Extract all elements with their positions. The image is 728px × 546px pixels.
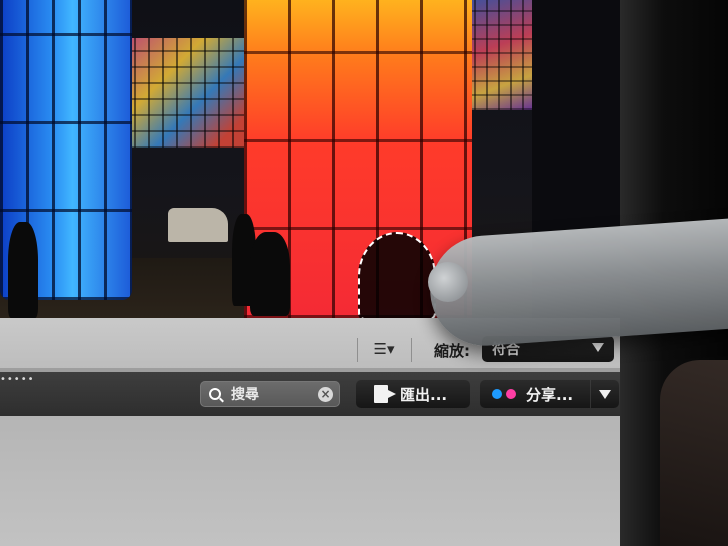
lasso-selection[interactable] (358, 232, 436, 318)
list-view-icon[interactable]: ☰▾ (366, 336, 402, 362)
export-button[interactable]: 匯出... (356, 380, 470, 408)
stained-glass-dome (120, 38, 250, 148)
chevron-down-icon (592, 343, 604, 352)
person-silhouette (250, 232, 290, 316)
stylus-tip (428, 262, 468, 302)
export-label: 匯出... (400, 385, 448, 404)
search-icon (209, 388, 221, 400)
chevron-down-icon (599, 390, 611, 399)
content-area (0, 416, 640, 546)
share-dot-blue (492, 389, 502, 399)
clear-search-icon[interactable]: × (318, 387, 333, 402)
search-input[interactable] (229, 384, 319, 406)
piano (168, 208, 228, 242)
toolbar-separator (357, 338, 358, 362)
person-silhouette (8, 222, 38, 318)
share-dropdown-button[interactable] (591, 380, 619, 408)
zoom-label: 縮放: (434, 342, 470, 360)
toolbar-separator (411, 338, 412, 362)
stylus-pen (426, 216, 728, 350)
export-icon (374, 385, 396, 403)
hand (660, 360, 728, 546)
search-field[interactable]: × (200, 381, 340, 407)
share-dot-pink (506, 389, 516, 399)
share-label: 分享... (526, 385, 574, 404)
resize-handle[interactable]: ••••• (0, 374, 35, 385)
share-button[interactable]: 分享... (480, 380, 590, 408)
